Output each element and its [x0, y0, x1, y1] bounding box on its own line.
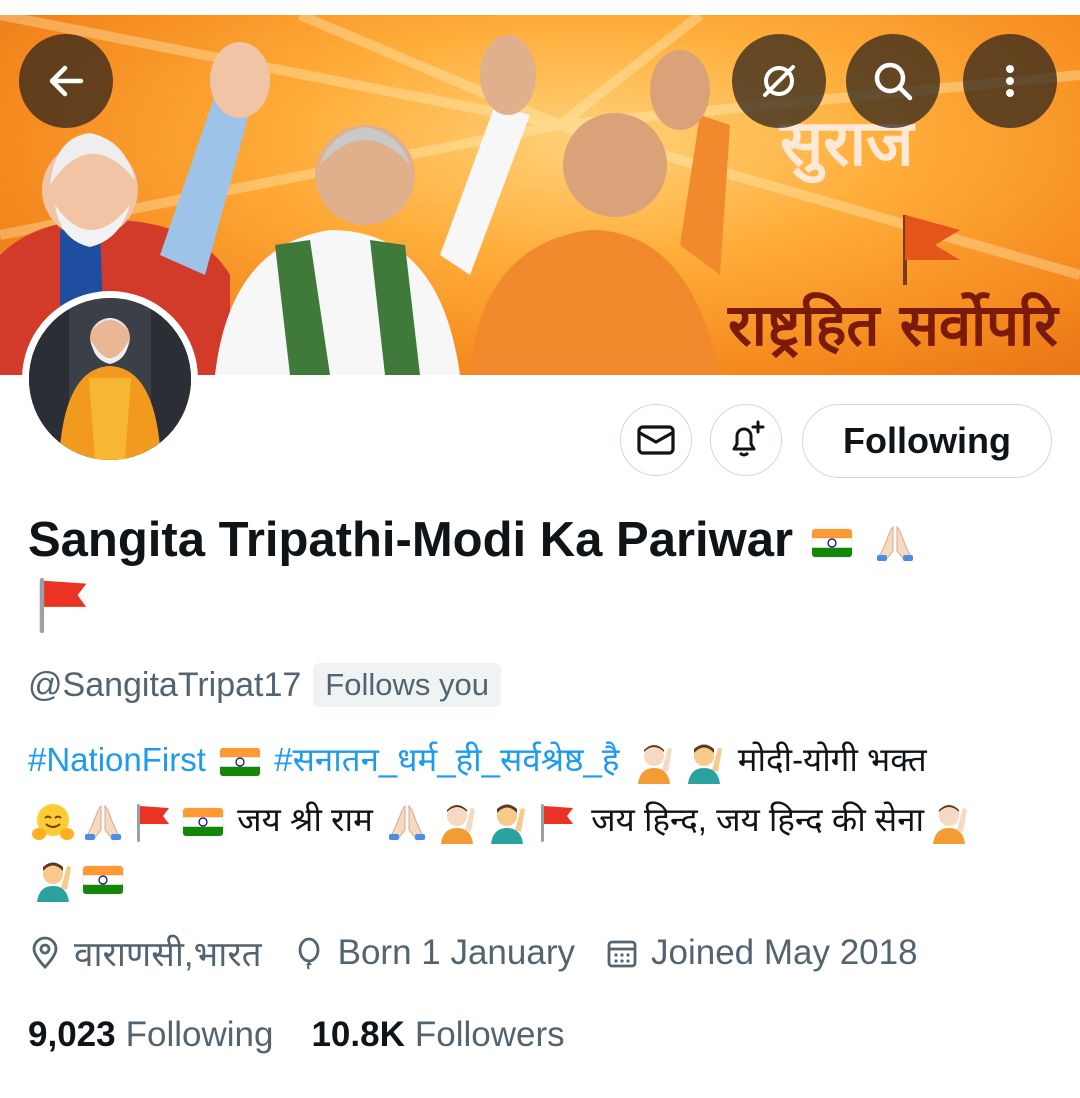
- bio-line-1: #NationFirst #सनातन_धर्म_ही_सर्वश्रेष्ठ_…: [28, 730, 1068, 790]
- birthday-text: Born 1 January: [337, 933, 575, 972]
- hashtag-nationfirst[interactable]: #NationFirst: [28, 741, 206, 778]
- status-strip: [0, 0, 1080, 15]
- bio-line-3: [28, 848, 1068, 908]
- more-vertical-icon: [1006, 65, 1014, 97]
- search-button[interactable]: [846, 34, 940, 128]
- bio-text-jai-shri-ram: जय श्री राम: [237, 801, 373, 838]
- following-count: 9,023: [28, 1015, 116, 1054]
- location-item: वाराणसी,भारत: [28, 930, 262, 977]
- display-name: Sangita Tripathi-Modi Ka Pariwar: [28, 513, 794, 567]
- avatar[interactable]: [22, 291, 198, 467]
- balloon-icon: [298, 937, 320, 970]
- handle-row: @SangitaTripat17 Follows you: [28, 660, 501, 710]
- following-button[interactable]: Following: [802, 404, 1052, 478]
- person-raising-hand-icon: [435, 800, 479, 844]
- message-button[interactable]: [620, 404, 692, 476]
- profile-stats: 9,023 Following 10.8K Followers: [28, 1010, 603, 1060]
- display-name-line: Sangita Tripathi-Modi Ka Pariwar: [28, 508, 920, 572]
- following-stat[interactable]: 9,023 Following: [28, 1015, 273, 1055]
- location-icon: [32, 936, 58, 969]
- bio-text-bhakt: मोदी-योगी भक्त: [737, 741, 927, 778]
- folded-hands-icon: [81, 800, 125, 844]
- india-flag-icon: [181, 800, 225, 844]
- profile-handle: @SangitaTripat17: [28, 665, 302, 704]
- hide-icon: [763, 65, 795, 97]
- india-flag-icon: [218, 740, 262, 784]
- folded-hands-icon: [873, 521, 917, 565]
- calendar-icon: [607, 940, 637, 968]
- birthday-item: Born 1 January: [292, 933, 575, 973]
- red-flag-icon: [131, 800, 175, 844]
- location-text: वाराणसी,भारत: [74, 934, 262, 974]
- followers-count: 10.8K: [311, 1015, 405, 1054]
- profile-meta: वाराणसी,भारत Born 1 January Joined May 2…: [28, 928, 948, 978]
- follows-you-badge: Follows you: [313, 663, 501, 707]
- man-raising-hand-icon: [485, 800, 529, 844]
- bio-text-jai-hind: जय हिन्द, जय हिन्द की सेना: [591, 801, 925, 838]
- back-arrow-icon: [49, 65, 84, 97]
- joined-text: Joined May 2018: [650, 933, 918, 972]
- hugging-face-icon: [31, 800, 75, 844]
- hashtag-sanatan[interactable]: #सनातन_धर्म_ही_सर्वश्रेष्ठ_है: [274, 741, 619, 778]
- person-raising-hand-icon: [927, 800, 971, 844]
- followers-stat[interactable]: 10.8K Followers: [311, 1015, 564, 1055]
- more-options-button[interactable]: [963, 34, 1057, 128]
- red-flag-icon: [535, 800, 579, 844]
- banner-slogan: राष्ट्रहित सर्वोपरि: [727, 291, 1060, 359]
- display-name-emoji-line: [28, 572, 98, 642]
- red-flag-icon: [31, 572, 95, 636]
- man-raising-hand-icon: [31, 858, 75, 902]
- followers-label: Followers: [414, 1015, 565, 1054]
- joined-item: Joined May 2018: [605, 933, 918, 973]
- india-flag-icon: [81, 858, 125, 902]
- mail-icon: [637, 425, 675, 455]
- notifications-button[interactable]: [710, 404, 782, 476]
- person-raising-hand-icon: [632, 740, 676, 784]
- folded-hands-icon: [385, 800, 429, 844]
- bio-line-2: जय श्री राम जय हिन्द, जय हिन्द की सेना: [28, 790, 1068, 850]
- bell-plus-icon: [732, 420, 765, 457]
- search-icon: [874, 62, 913, 101]
- man-raising-hand-icon: [682, 740, 726, 784]
- back-button[interactable]: [19, 34, 113, 128]
- avatar-image: [29, 298, 191, 460]
- following-label: Following: [125, 1015, 274, 1054]
- india-flag-icon: [810, 521, 854, 565]
- hide-banner-button[interactable]: [732, 34, 826, 128]
